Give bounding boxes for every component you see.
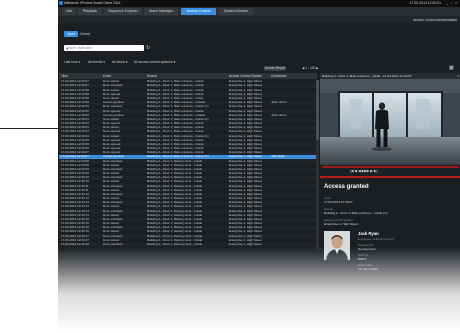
timeline-progress bbox=[322, 166, 459, 168]
table-cell: Door unlocked bbox=[103, 243, 123, 246]
system-value: Enterprise 1, High Street bbox=[324, 222, 358, 226]
event-detail-panel: Access granted Time 17-03-2014 12:43:07 … bbox=[320, 176, 460, 333]
header-event[interactable]: Event bbox=[103, 74, 111, 78]
doors-filter[interactable]: All doors ▾ bbox=[112, 60, 127, 64]
events-filter-label: All events bbox=[88, 60, 103, 64]
source-value: Building A - Floor 1, Main entrance - In… bbox=[324, 211, 388, 215]
callout-line bbox=[0, 128, 63, 129]
table-body: 17-03-2014 12:42:57 Door locked Building A… bbox=[59, 80, 317, 247]
department-value: Development bbox=[358, 247, 376, 251]
access-report-button[interactable]: Access Report bbox=[264, 66, 286, 71]
door-state-toggle: Open Closed bbox=[64, 31, 92, 37]
table-cell: 17-03-2014 12:43:18 bbox=[61, 243, 89, 246]
sub-toolbar: Access Control Administration bbox=[58, 16, 460, 23]
window-title: Milestone XProtect Smart Client 2014 bbox=[64, 1, 121, 5]
header-source[interactable]: Source bbox=[147, 74, 157, 78]
search-input[interactable]: Search cardholder ⌕ bbox=[64, 45, 144, 51]
app-window: Milestone XProtect Smart Client 2014 17-… bbox=[58, 0, 460, 333]
header-system[interactable]: Access Control System bbox=[229, 74, 262, 78]
cardholder-card: Jack Ryan Employee, Authority Level 6 De… bbox=[324, 231, 460, 291]
doors-filter-label: All doors bbox=[112, 60, 125, 64]
expiry-value: 16 march 2015 bbox=[358, 267, 379, 271]
cardholder-photo bbox=[324, 231, 350, 260]
toggle-closed[interactable]: Closed bbox=[78, 31, 92, 37]
app-logo-icon bbox=[59, 1, 63, 5]
layout-grid-icon[interactable]: ▦ bbox=[449, 65, 454, 71]
events-filter[interactable]: All events ▾ bbox=[88, 60, 105, 64]
time-filter[interactable]: Last hour ▾ bbox=[64, 60, 80, 64]
tab-access-control[interactable]: Access Control bbox=[181, 8, 216, 15]
scroll-thumb[interactable] bbox=[316, 80, 319, 140]
access-control-admin-link[interactable]: Access Control Administration bbox=[413, 18, 457, 22]
systems-filter[interactable]: All access control systems ▾ bbox=[134, 60, 175, 64]
toggle-open[interactable]: Open bbox=[64, 31, 78, 37]
window-controls[interactable]: _ ▫ × bbox=[446, 1, 458, 5]
event-heading: Access granted bbox=[324, 184, 369, 190]
video-controls: |◀ ◀ ◀◀ ▶▶ ▶ ▶| bbox=[320, 165, 460, 174]
camera-image bbox=[320, 79, 460, 165]
table-cell: Enterprise 1, High Street bbox=[229, 243, 262, 246]
table-row[interactable]: 17-03-2014 12:43:18 Door unlocked Building… bbox=[59, 242, 317, 247]
refresh-icon[interactable]: ↻ bbox=[146, 45, 150, 51]
table-cell: Building A - Floor 1, Delivery door - In… bbox=[147, 243, 203, 246]
pager-range: 1 - 100 bbox=[305, 66, 316, 70]
tab-sequence-explorer[interactable]: Sequence Explorer bbox=[104, 8, 142, 15]
playback-buttons[interactable]: |◀ ◀ ◀◀ ▶▶ ▶ ▶| bbox=[350, 169, 377, 173]
video-preview: Building A - Floor 1, Main entrance - In… bbox=[320, 73, 460, 174]
time-filter-label: Last hour bbox=[64, 60, 78, 64]
title-bar: Milestone XProtect Smart Client 2014 17-… bbox=[58, 0, 460, 7]
tab-playback[interactable]: Playback bbox=[78, 8, 102, 15]
pager: ◀ 1 - 100 ▶ bbox=[302, 66, 319, 70]
table-scrollbar[interactable] bbox=[316, 80, 319, 250]
time-value: 17-03-2014 12:43:07 bbox=[324, 200, 353, 204]
clock: 17-03-2014 12:52:01 bbox=[409, 1, 441, 5]
table-header: Time Event Source Access Control System … bbox=[59, 73, 317, 79]
systems-filter-label: All access control systems bbox=[134, 60, 173, 64]
tab-alarm-manager[interactable]: Alarm Manager bbox=[144, 8, 178, 15]
card-id-value: 80872 bbox=[358, 257, 367, 261]
header-time[interactable]: Time bbox=[61, 74, 68, 78]
cardholder-name: Jack Ryan bbox=[358, 231, 379, 236]
cardholder-subtitle: Employee, Authority Level 6 bbox=[358, 237, 394, 241]
tab-system-monitor[interactable]: System Monitor bbox=[218, 8, 254, 15]
search-icon[interactable]: ⌕ bbox=[66, 46, 142, 51]
tab-live[interactable]: Live bbox=[62, 8, 76, 15]
header-cardholder[interactable]: Cardholder bbox=[271, 74, 287, 78]
